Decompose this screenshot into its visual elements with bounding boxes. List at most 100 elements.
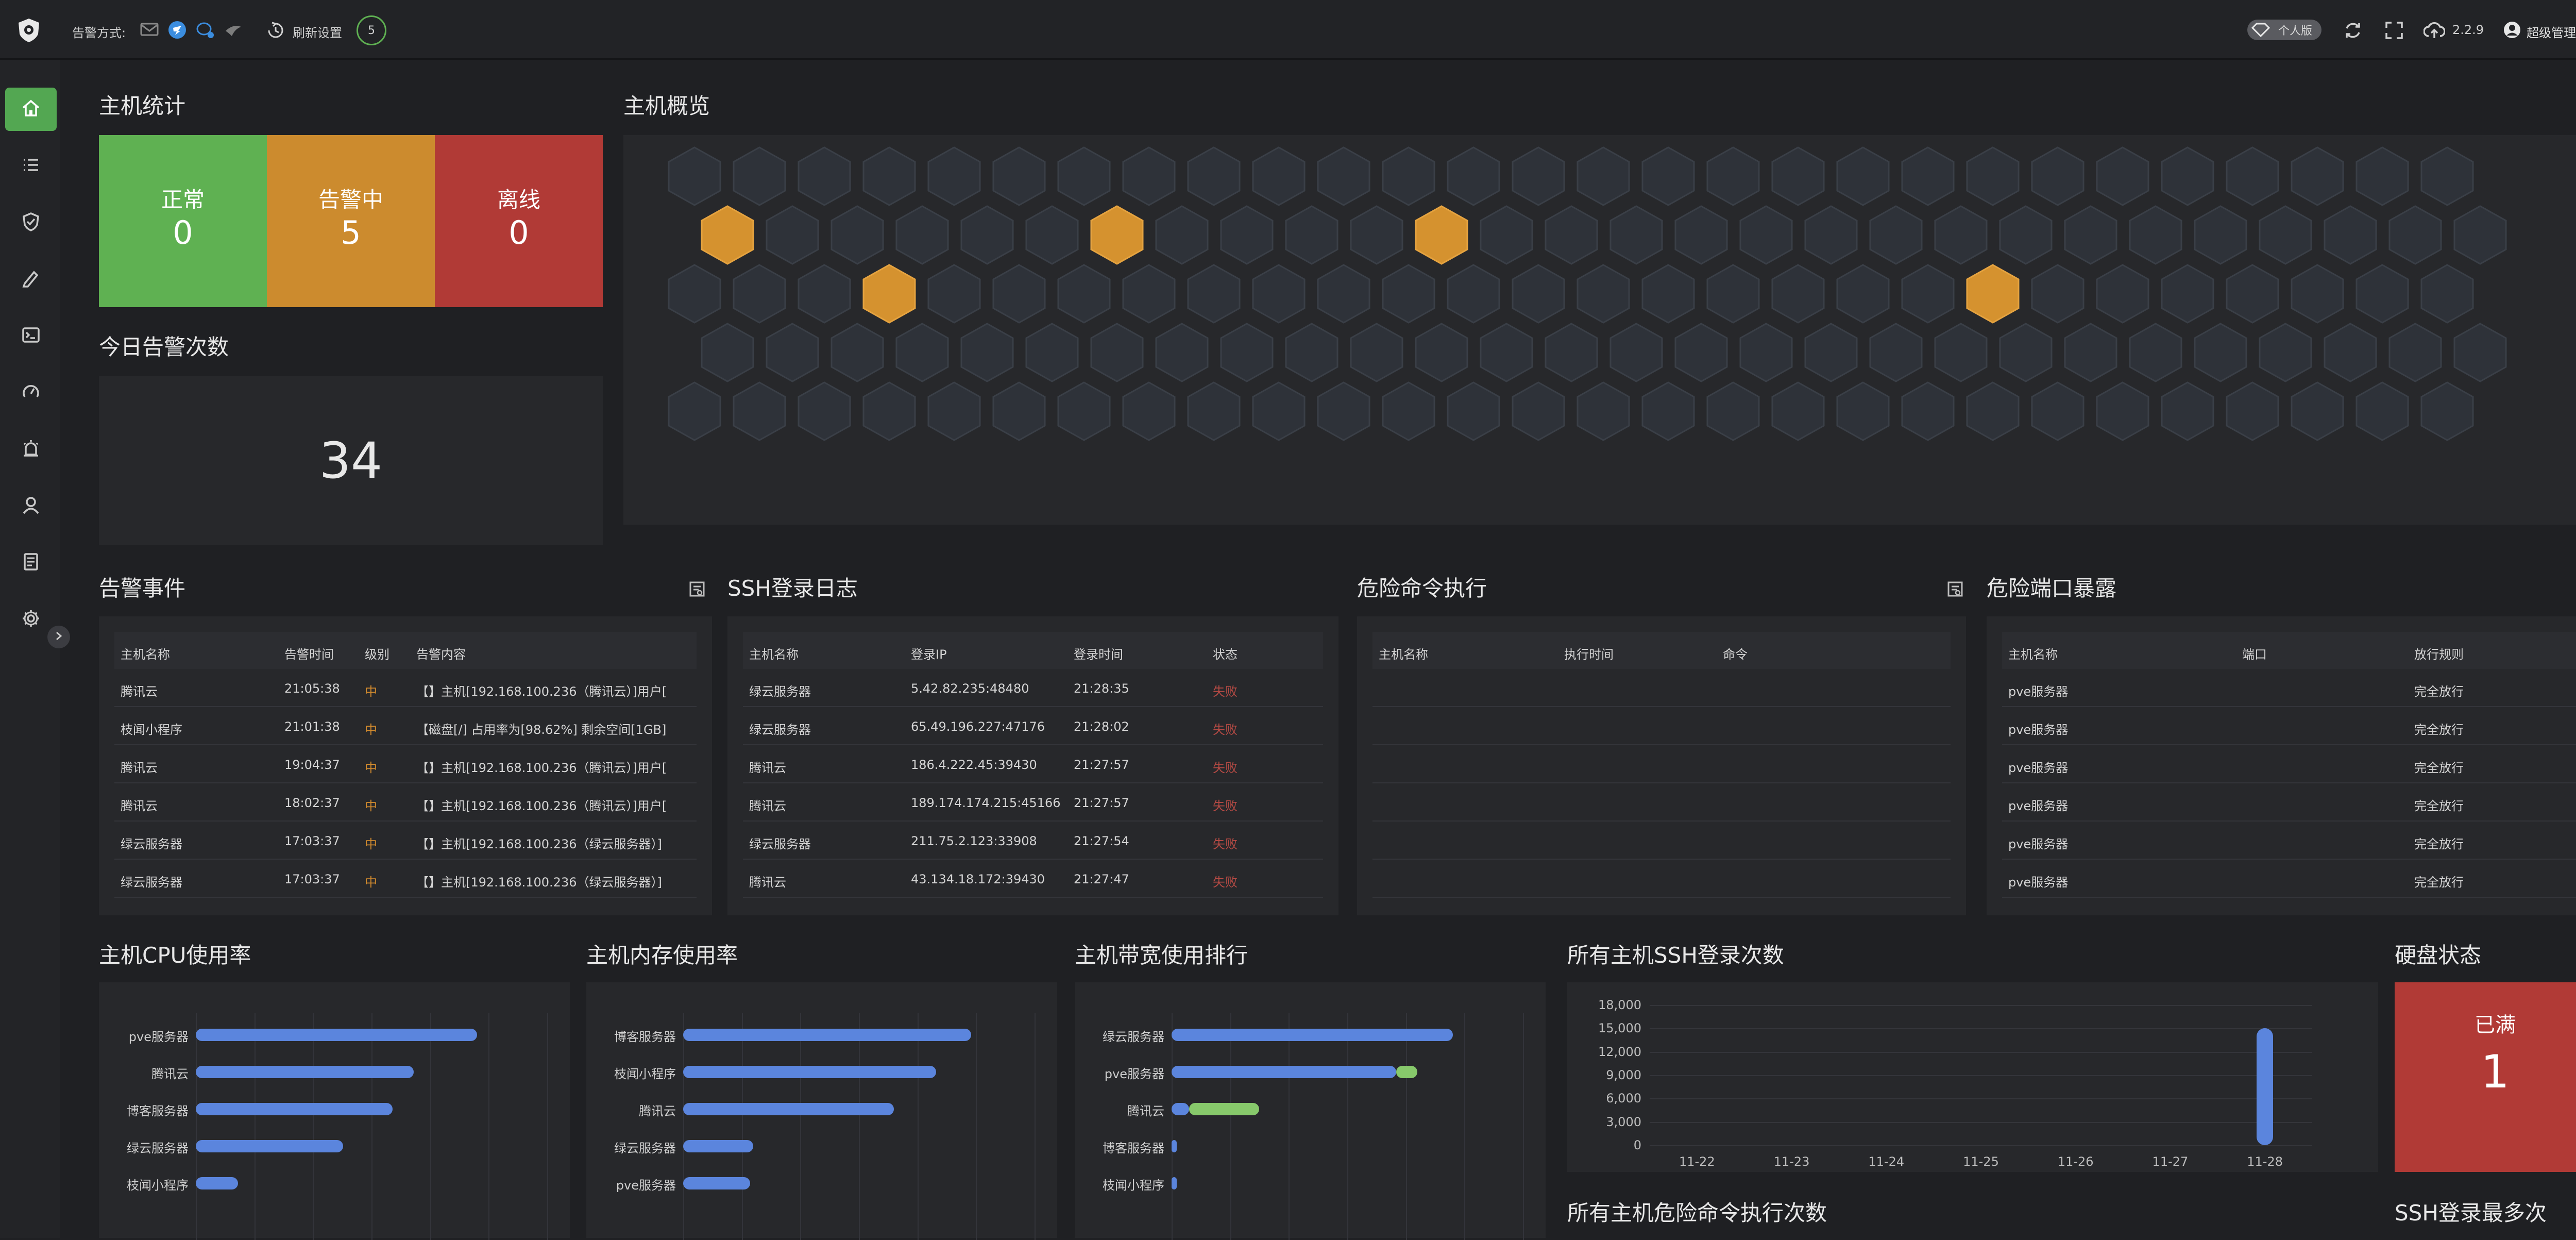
- host-hex[interactable]: [1540, 204, 1602, 266]
- host-hex[interactable]: [1572, 380, 1634, 442]
- host-hex-alerting[interactable]: [1411, 204, 1472, 266]
- host-hex[interactable]: [1735, 204, 1797, 266]
- bar-segment[interactable]: [1172, 1103, 1190, 1115]
- host-hex[interactable]: [2125, 322, 2187, 383]
- nav-monitor[interactable]: [5, 371, 57, 414]
- table-row[interactable]: 腾讯云 21:05:38 中 【】主机[192.168.100.236（腾讯云）]用户…: [114, 669, 697, 707]
- host-hex[interactable]: [1767, 263, 1829, 325]
- host-hex[interactable]: [2157, 145, 2218, 207]
- nav-edit[interactable]: [5, 258, 57, 301]
- table-row[interactable]: 绿云服务器 65.49.196.227:47176 21:28:02 失败: [743, 707, 1323, 745]
- host-hex[interactable]: [2351, 145, 2413, 207]
- bar-segment[interactable]: [1172, 1029, 1453, 1041]
- bar[interactable]: [683, 1066, 937, 1078]
- host-hex[interactable]: [2125, 204, 2187, 266]
- host-hex[interactable]: [1118, 263, 1180, 325]
- host-hex[interactable]: [2255, 322, 2316, 383]
- host-hex[interactable]: [1897, 380, 1959, 442]
- host-hex[interactable]: [2416, 263, 2478, 325]
- table-row[interactable]: 绿云服务器 17:03:37 中 【】主机[192.168.100.236（绿云服务器…: [114, 860, 697, 898]
- host-hex[interactable]: [2190, 204, 2251, 266]
- host-hex[interactable]: [1507, 380, 1569, 442]
- stat-alerting[interactable]: 告警中 5: [267, 135, 435, 307]
- host-hex[interactable]: [1183, 380, 1245, 442]
- sidebar-expand-button[interactable]: [47, 626, 70, 648]
- bar-segment[interactable]: [1172, 1066, 1397, 1078]
- table-row[interactable]: pve服务器 完全放行: [2002, 783, 2576, 822]
- host-hex[interactable]: [1346, 204, 1408, 266]
- host-hex[interactable]: [2319, 322, 2381, 383]
- host-hex[interactable]: [1281, 204, 1343, 266]
- host-hex[interactable]: [2027, 145, 2089, 207]
- host-hex[interactable]: [956, 204, 1018, 266]
- host-hex-alerting[interactable]: [858, 263, 920, 325]
- host-hex[interactable]: [761, 322, 823, 383]
- table-row[interactable]: pve服务器 完全放行: [2002, 822, 2576, 860]
- host-hex[interactable]: [1702, 263, 1764, 325]
- host-hex[interactable]: [1378, 145, 1439, 207]
- host-hex[interactable]: [2286, 263, 2348, 325]
- host-hex[interactable]: [2222, 263, 2283, 325]
- host-hex[interactable]: [664, 145, 725, 207]
- host-hex[interactable]: [988, 145, 1050, 207]
- host-hex[interactable]: [988, 263, 1050, 325]
- host-hex[interactable]: [2416, 145, 2478, 207]
- danger-cmd-more-icon[interactable]: [1946, 580, 1964, 600]
- host-hex[interactable]: [1378, 263, 1439, 325]
- host-hex[interactable]: [1637, 145, 1699, 207]
- host-hex[interactable]: [664, 263, 725, 325]
- bar-segment[interactable]: [1172, 1177, 1177, 1189]
- host-hex[interactable]: [2286, 380, 2348, 442]
- table-row[interactable]: 绿云服务器 5.42.82.235:48480 21:28:35 失败: [743, 669, 1323, 707]
- alert-events-more-icon[interactable]: [688, 580, 706, 600]
- host-hex[interactable]: [2416, 380, 2478, 442]
- host-hex[interactable]: [2027, 263, 2089, 325]
- user-menu[interactable]: 超级管理员: [2527, 23, 2576, 41]
- host-hex[interactable]: [1832, 145, 1894, 207]
- bar-segment[interactable]: [1172, 1140, 1177, 1152]
- host-hex[interactable]: [1702, 145, 1764, 207]
- host-hex[interactable]: [1248, 263, 1310, 325]
- host-hex[interactable]: [1637, 380, 1699, 442]
- host-hex[interactable]: [1248, 145, 1310, 207]
- host-hex[interactable]: [1216, 204, 1278, 266]
- host-hex[interactable]: [1767, 145, 1829, 207]
- host-hex[interactable]: [1832, 263, 1894, 325]
- host-hex[interactable]: [1151, 204, 1213, 266]
- bar[interactable]: [196, 1103, 393, 1115]
- host-hex[interactable]: [1930, 322, 1992, 383]
- bar-segment[interactable]: [1396, 1066, 1418, 1078]
- host-hex[interactable]: [1670, 204, 1732, 266]
- table-row[interactable]: 腾讯云 19:04:37 中 【】主机[192.168.100.236（腾讯云）]用户…: [114, 745, 697, 783]
- table-row[interactable]: 腾讯云 43.134.18.172:39430 21:27:47 失败: [743, 860, 1323, 898]
- table-row[interactable]: pve服务器 完全放行: [2002, 745, 2576, 783]
- host-hex[interactable]: [1897, 145, 1959, 207]
- host-hex[interactable]: [1216, 322, 1278, 383]
- table-row[interactable]: 腾讯云 18:02:37 中 【】主机[192.168.100.236（腾讯云）]用户…: [114, 783, 697, 822]
- host-hex[interactable]: [1476, 322, 1537, 383]
- bar[interactable]: [196, 1140, 344, 1152]
- host-hex[interactable]: [2351, 263, 2413, 325]
- host-hex[interactable]: [2190, 322, 2251, 383]
- host-hex[interactable]: [1183, 145, 1245, 207]
- host-hex[interactable]: [1605, 322, 1667, 383]
- host-hex[interactable]: [761, 204, 823, 266]
- host-hex[interactable]: [1605, 204, 1667, 266]
- host-hex[interactable]: [1800, 322, 1862, 383]
- host-hex[interactable]: [1930, 204, 1992, 266]
- host-hex[interactable]: [1378, 380, 1439, 442]
- bar-segment[interactable]: [1189, 1103, 1260, 1115]
- host-hex[interactable]: [988, 380, 1050, 442]
- host-hex-alerting[interactable]: [1086, 204, 1148, 266]
- host-hex[interactable]: [1313, 380, 1375, 442]
- refresh-settings-label[interactable]: 刷新设置: [293, 23, 342, 41]
- host-hex[interactable]: [1476, 204, 1537, 266]
- bar[interactable]: [683, 1140, 754, 1152]
- host-hex[interactable]: [2255, 204, 2316, 266]
- host-hex[interactable]: [728, 263, 790, 325]
- host-hex[interactable]: [826, 204, 888, 266]
- host-hex[interactable]: [1962, 145, 2024, 207]
- user-avatar-icon[interactable]: [2503, 21, 2521, 41]
- host-hex[interactable]: [793, 380, 855, 442]
- host-hex[interactable]: [1572, 263, 1634, 325]
